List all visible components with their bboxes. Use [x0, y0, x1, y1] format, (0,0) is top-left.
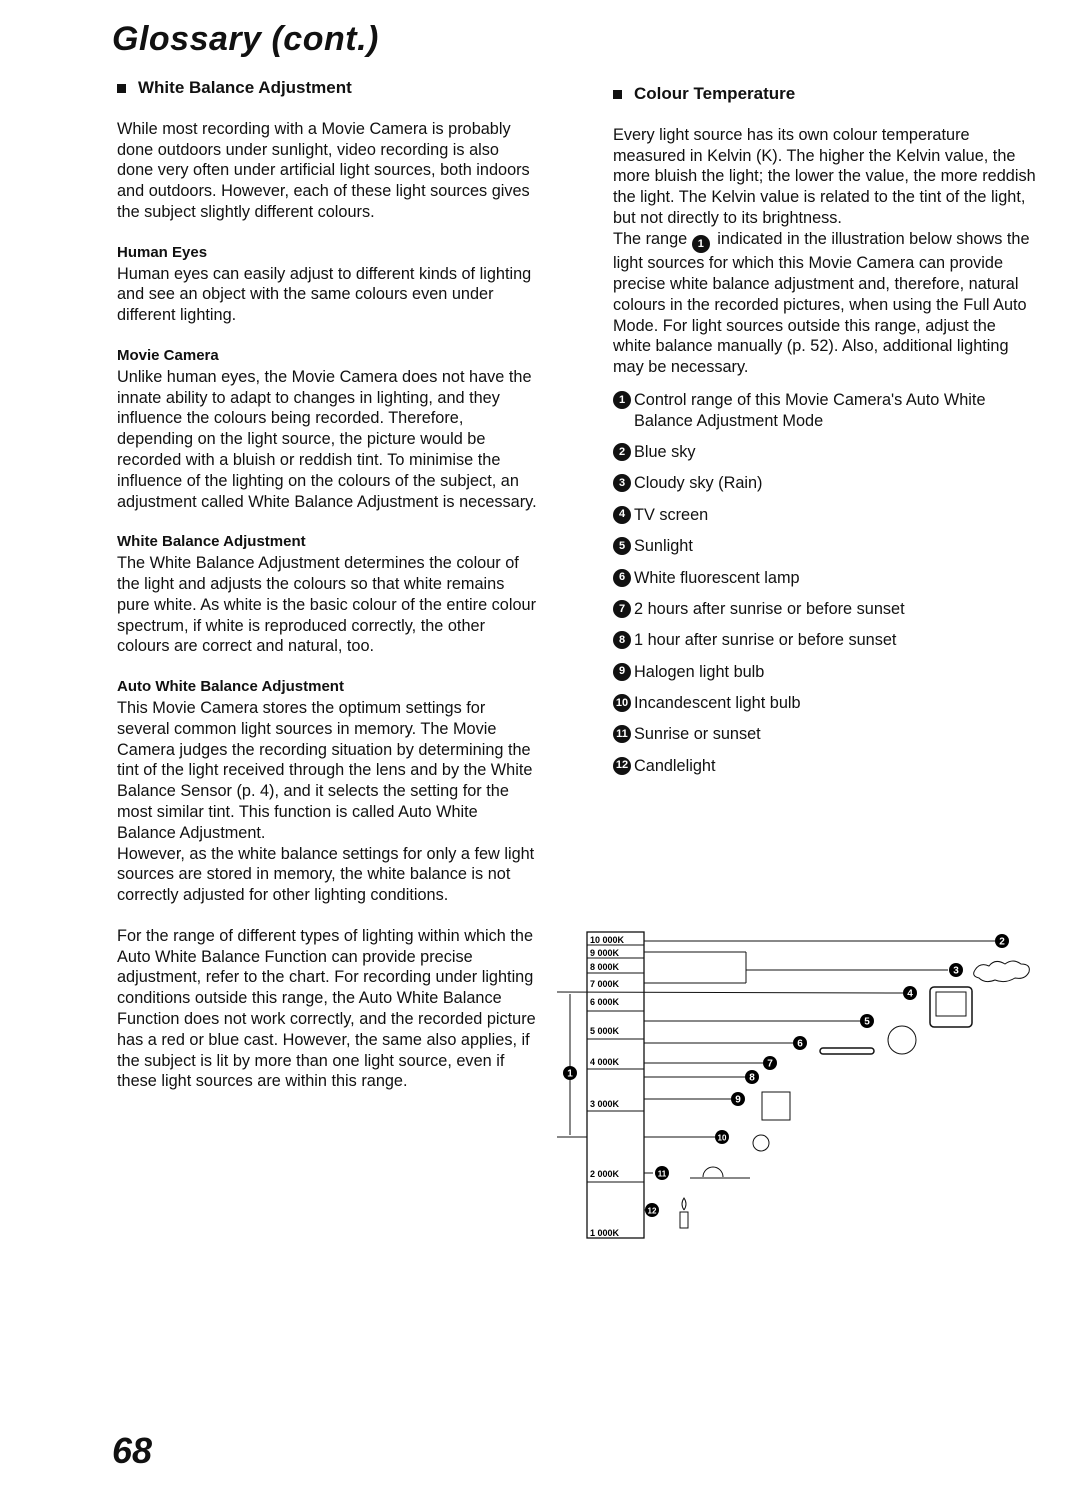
cloud-icon	[973, 960, 1030, 983]
page-number: 68	[112, 1430, 153, 1471]
marker-label: 1	[567, 1069, 573, 1080]
scale-label: 1 000K	[590, 1228, 620, 1238]
marker-label: 10	[718, 1134, 727, 1143]
scale-label: 2 000K	[590, 1169, 620, 1179]
marker-label: 11	[658, 1170, 667, 1179]
colour-temperature-diagram: 10 000K 9 000K 8 000K 7 000K 6 000K 5 000K 4 0…	[556, 931, 1030, 1239]
scale-box	[586, 931, 645, 1239]
marker-label: 3	[953, 966, 959, 977]
scale-label: 3 000K	[590, 1099, 620, 1109]
marker-label: 2	[999, 937, 1005, 948]
marker-label: 6	[797, 1039, 803, 1050]
tv-screen-inner	[935, 991, 967, 1017]
scale-label: 4 000K	[590, 1057, 620, 1067]
scale-label: 6 000K	[590, 997, 620, 1007]
fluorescent-lamp-icon	[819, 1047, 875, 1055]
marker-label: 5	[864, 1017, 870, 1028]
marker-label: 8	[749, 1073, 755, 1084]
light-bulb-icon	[752, 1134, 770, 1152]
marker-label: 9	[735, 1095, 741, 1106]
marker-label: 4	[907, 989, 913, 1000]
scale-label: 10 000K	[590, 935, 625, 945]
candle-icon	[679, 1197, 689, 1229]
scale-label: 5 000K	[590, 1026, 620, 1036]
document-page: Glossary (cont.) White Balance Adjustmen…	[0, 0, 1080, 1505]
marker-label: 12	[648, 1207, 657, 1216]
scale-label: 8 000K	[590, 962, 620, 972]
leader-line	[556, 991, 904, 994]
scale-label: 9 000K	[590, 948, 620, 958]
halogen-light-icon	[761, 1091, 791, 1121]
sunrise-icon	[690, 1166, 750, 1179]
marker-label: 7	[767, 1059, 773, 1070]
sun-icon	[887, 1025, 917, 1055]
scale-label: 7 000K	[590, 979, 620, 989]
